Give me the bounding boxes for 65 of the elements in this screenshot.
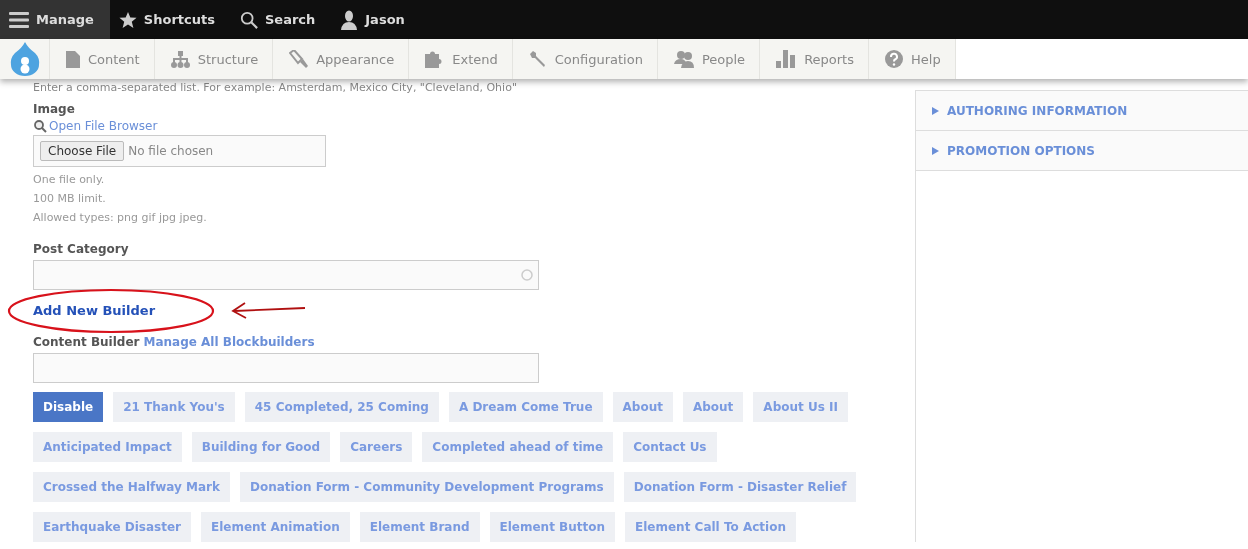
block-button[interactable]: Earthquake Disaster [33,512,191,542]
sidebar-section[interactable]: AUTHORING INFORMATION [916,91,1248,131]
block-button[interactable]: Crossed the Halfway Mark [33,472,230,502]
field-note: One file only. [33,173,106,186]
choose-file-button[interactable]: Choose File [40,141,125,161]
manage-link[interactable]: Manage All Blockbuilders [143,335,315,349]
search-icon [239,10,258,29]
brush-icon [289,50,309,68]
field-note: 100 MB limit. [33,192,107,205]
field-note: Allowed types: png gif jpg jpeg. [33,211,208,224]
toolbar-tab[interactable]: Jason [331,0,421,39]
block-button[interactable]: Element Animation [200,512,350,542]
file-browser-link[interactable]: Open File Browser [49,119,158,133]
block-button[interactable]: 45 Completed, 25 Coming [244,392,439,422]
block-button[interactable]: Completed ahead of time [422,432,614,462]
help-icon [885,50,903,68]
throbber-icon [521,269,533,281]
field-label: Content Builder [33,335,140,349]
admin-menu-item[interactable]: People [657,39,761,79]
block-button[interactable]: Anticipated Impact [33,432,182,462]
block-button[interactable]: Building for Good [191,432,331,462]
user-icon [340,9,359,30]
block-button[interactable]: 21 Thank You's [113,392,235,422]
bar-chart-icon [776,50,797,68]
block-button[interactable]: Contact Us [623,432,717,462]
autocomplete-field[interactable] [33,260,539,290]
add-builder-link[interactable]: Add New Builder [33,303,156,318]
block-button[interactable]: Careers [340,432,413,462]
toolbar-tab[interactable]: Shortcuts [109,0,231,39]
block-button[interactable]: About [612,392,673,422]
block-button[interactable]: Element Button [489,512,616,542]
block-button[interactable]: About Us II [753,392,848,422]
admin-menu-item[interactable]: Structure [154,39,274,79]
block-button[interactable]: Donation Form - Community Development Programs [240,472,614,502]
field-label: Post Category [33,242,130,256]
toolbar-tab[interactable]: Search [230,0,332,39]
text-field[interactable] [33,353,539,383]
people-icon [673,50,694,68]
admin-menu-item[interactable]: Help [869,39,956,79]
menu-icon [9,10,29,29]
star-icon [118,10,137,29]
field-label: Image [33,102,76,116]
admin-menu-item[interactable]: Content [50,39,155,79]
expand-triangle-icon [932,106,939,115]
block-button[interactable]: Donation Form - Disaster Relief [623,472,857,502]
block-button[interactable]: Element Call To Action [625,512,796,542]
hierarchy-icon [170,50,190,68]
admin-menu-item[interactable]: Configuration [512,39,658,79]
block-button[interactable]: About [682,392,744,422]
toolbar-tab[interactable]: Manage [0,0,110,39]
field-description: Enter a comma-separated list. For example: Amsterdam, Mexico City, "Cleveland, Ohio" [33,81,518,94]
drop-logo-icon[interactable] [9,42,40,76]
block-button[interactable]: A Dream Come True [448,392,603,422]
file-status: No file chosen [128,144,214,158]
admin-menu-item[interactable]: Appearance [273,39,410,79]
sidebar-section[interactable]: PROMOTION OPTIONS [916,131,1248,171]
document-icon [66,50,80,68]
file-field[interactable]: Choose File No file chosen [33,135,326,167]
magnifier-icon [33,119,47,133]
disable-button[interactable]: Disable [33,392,104,422]
admin-menu-item[interactable]: Extend [409,39,513,79]
wrench-icon [528,50,547,68]
expand-triangle-icon [932,146,939,155]
admin-menu-item[interactable]: Reports [760,39,869,79]
block-button[interactable]: Element Brand [359,512,480,542]
